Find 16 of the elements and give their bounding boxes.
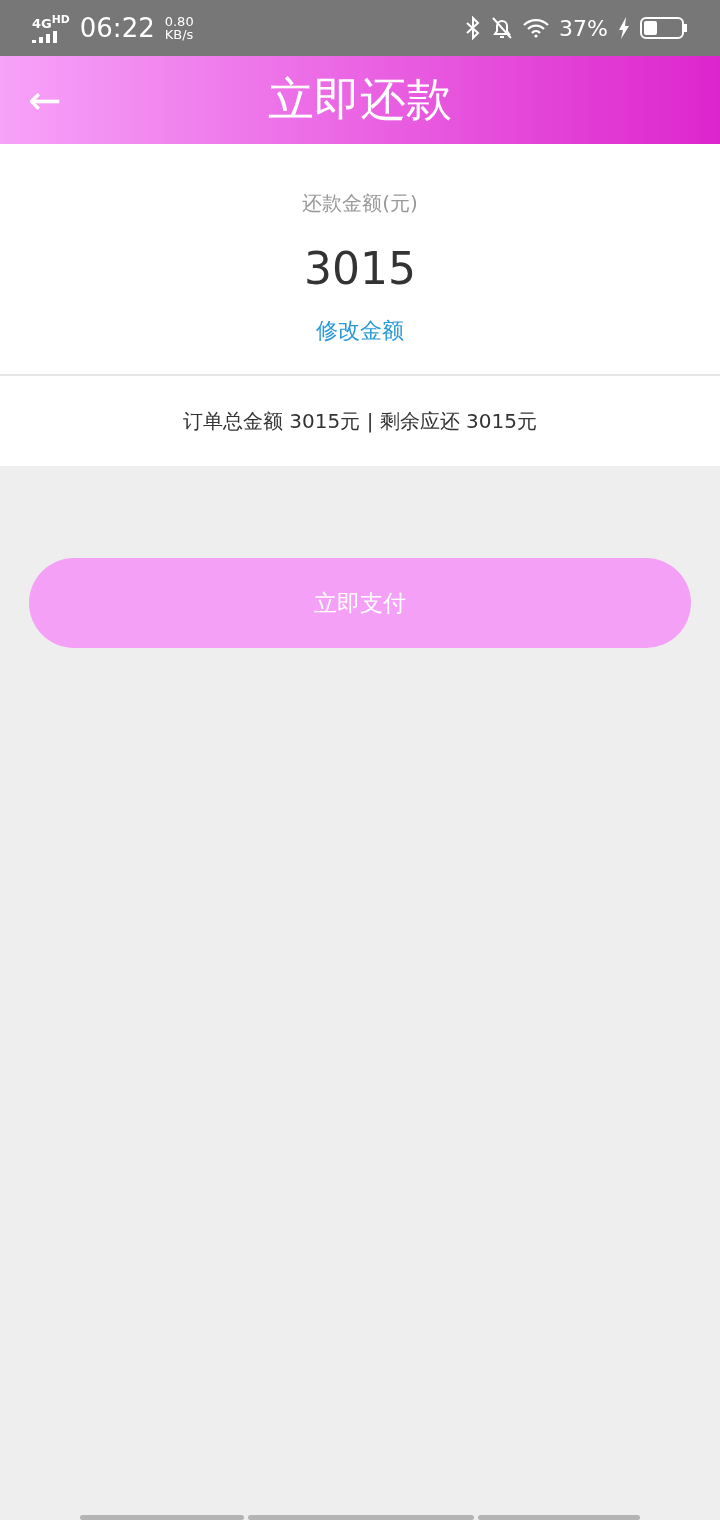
speed-value: 0.80 <box>164 15 194 28</box>
bell-muted-icon <box>491 16 514 40</box>
order-summary: 订单总金额 3015元 | 剩余应还 3015元 <box>0 376 720 466</box>
edit-amount-link[interactable]: 修改金额 <box>316 316 404 346</box>
network-type: 4G$^{HD}$ <box>32 13 70 31</box>
bluetooth-icon <box>465 16 482 40</box>
signal-icon <box>32 30 60 43</box>
back-button[interactable]: ← <box>28 77 62 123</box>
amount-value: 3015 <box>304 243 416 294</box>
battery-percent: 37% <box>559 15 608 41</box>
speed-unit: KB/s <box>164 28 194 41</box>
page-title: 立即还款 <box>268 71 452 128</box>
clock: 06:22 <box>79 13 155 43</box>
amount-label: 还款金额(元) <box>302 190 418 217</box>
wifi-icon <box>523 18 550 38</box>
battery-icon <box>640 17 688 39</box>
